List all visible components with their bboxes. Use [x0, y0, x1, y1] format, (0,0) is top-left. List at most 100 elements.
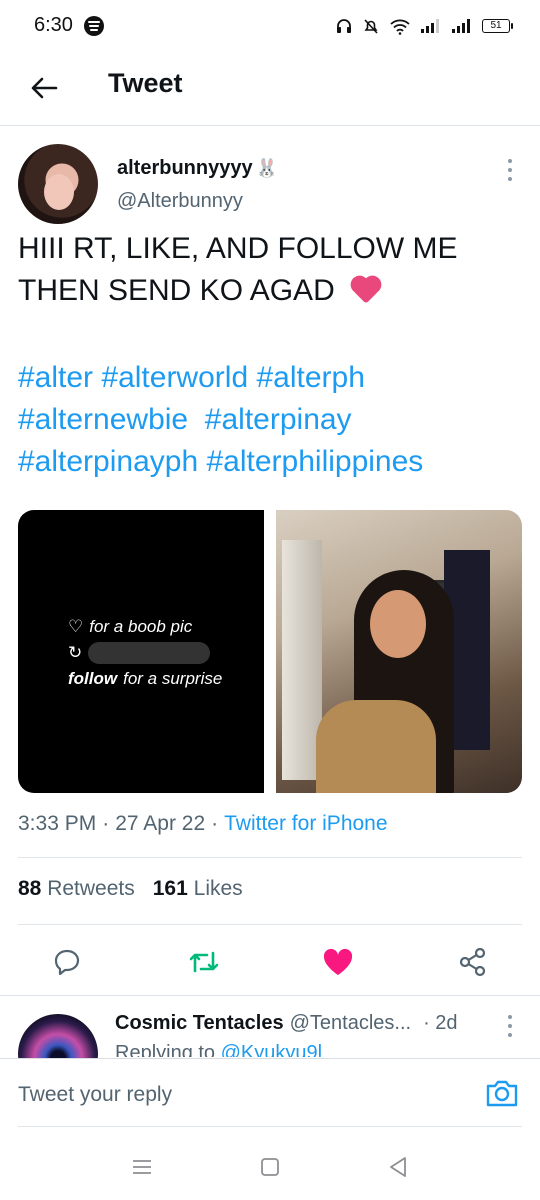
more-options-button[interactable]: [498, 156, 522, 184]
reply-author-name: Cosmic Tentacles: [115, 1012, 284, 1034]
tweet-stats: 88 Retweets 161 Likes: [18, 877, 243, 901]
more-icon-dot: [508, 168, 512, 172]
more-icon: [508, 1015, 512, 1019]
back-button[interactable]: [22, 66, 66, 110]
status-bar: 6:30 51: [0, 0, 540, 52]
mute-bell-icon: [364, 19, 378, 34]
overlay-line-3-bold: follow: [68, 669, 118, 688]
tweet-source-link[interactable]: Twitter for iPhone: [224, 812, 387, 836]
author-display-name[interactable]: alterbunnyyyy 🐰: [117, 157, 278, 180]
overlay-line-1: ♡ for a boob pic: [68, 614, 222, 640]
thread-separator: [0, 995, 540, 996]
page-header: Tweet: [0, 52, 540, 126]
divider: [18, 857, 522, 858]
tweet-media: ♡ for a boob pic ↻ follow for a surprise: [18, 510, 522, 793]
heart-outline-icon: ♡: [68, 617, 84, 636]
hashtags: #alter #alterworld #alterph #alternewbie…: [18, 357, 528, 483]
bunny-emoji: 🐰: [255, 158, 279, 178]
retweet-outline-icon: ↻: [68, 643, 83, 662]
two-hearts-emoji-icon: [343, 274, 379, 304]
share-button[interactable]: [449, 940, 497, 984]
reply-composer: [0, 1058, 540, 1128]
overlay-line-3-text: for a surprise: [123, 669, 223, 688]
menu-button[interactable]: [122, 1152, 162, 1182]
hashtag-link[interactable]: #alterpinay: [205, 403, 352, 436]
wifi-icon: [390, 19, 410, 35]
hashtag-link[interactable]: #alter: [18, 361, 93, 394]
signal-icon: [421, 19, 439, 33]
author-name-text: alterbunnyyyy: [117, 157, 253, 179]
status-time: 6:30: [34, 14, 73, 36]
media-image-photo[interactable]: [276, 510, 522, 793]
redaction-bar: [88, 642, 211, 664]
hashtag-link[interactable]: #alterphilippines: [206, 445, 423, 478]
meta-separator: ·: [211, 812, 219, 835]
likes-stat[interactable]: 161 Likes: [153, 877, 243, 901]
retweet-button[interactable]: [180, 940, 228, 984]
tweet-date: 27 Apr 22: [115, 812, 206, 835]
reply-button[interactable]: [43, 940, 91, 984]
reply-author-line[interactable]: Cosmic Tentacles @Tentacles... · 2d: [115, 1012, 458, 1035]
hashtag-line2: #alternewbie #alterpinay: [18, 399, 528, 441]
replying-prefix: Replying to: [115, 1042, 216, 1057]
author-avatar[interactable]: [18, 144, 98, 224]
more-icon-dot: [508, 1033, 512, 1037]
media-overlay-text: ♡ for a boob pic ↻ follow for a surprise: [68, 614, 222, 692]
tweet-text: HIII RT, LIKE, AND FOLLOW ME THEN SEND K…: [18, 228, 523, 312]
hashtag-link[interactable]: #alterworld: [101, 361, 248, 394]
media-image-text[interactable]: ♡ for a boob pic ↻ follow for a surprise: [18, 510, 264, 793]
reply-icon: [54, 949, 80, 976]
menu-icon: [133, 1160, 151, 1174]
more-icon-dot: [508, 1024, 512, 1028]
signal-icon-2: [452, 19, 470, 33]
hashtag-link[interactable]: #alterph: [256, 361, 364, 394]
like-button[interactable]: [314, 940, 362, 984]
reply-input[interactable]: [18, 1083, 418, 1107]
back-nav-icon: [390, 1157, 406, 1177]
hashtag-link[interactable]: #alternewbie: [18, 403, 188, 436]
reply-age: · 2d: [423, 1012, 458, 1034]
likes-label: Likes: [193, 877, 243, 900]
likes-count: 161: [152, 877, 188, 900]
tweet-time: 3:33 PM: [18, 812, 97, 835]
retweets-label: Retweets: [47, 877, 135, 900]
share-icon: [459, 947, 486, 977]
retweets-count: 88: [18, 877, 42, 900]
tweet-meta: 3:33 PM · 27 Apr 22 · Twitter for iPhone: [18, 812, 388, 836]
hashtag-line1: #alter #alterworld #alterph: [18, 357, 528, 399]
meta-separator: ·: [102, 812, 110, 835]
tweet-text-line1: HIII RT, LIKE, AND FOLLOW ME: [18, 232, 458, 265]
like-icon: [323, 948, 353, 975]
camera-button[interactable]: [484, 1077, 524, 1113]
more-icon: [508, 159, 512, 163]
tweet-text-line2-text: THEN SEND KO AGAD: [18, 274, 335, 307]
retweets-stat[interactable]: 88 Retweets: [18, 877, 135, 901]
spotify-icon: [84, 16, 104, 36]
person-face: [370, 590, 426, 658]
overlay-line-3: follow for a surprise: [68, 666, 222, 692]
divider: [18, 924, 522, 925]
retweet-icon: [189, 951, 219, 973]
person-body: [316, 700, 436, 793]
headphones-icon: [337, 19, 351, 33]
system-nav-bar: [0, 1128, 540, 1200]
home-icon: [261, 1158, 279, 1176]
replying-to-link[interactable]: @Kyukyu9l: [221, 1042, 322, 1057]
camera-icon: [486, 1080, 518, 1107]
reply-more-button[interactable]: [498, 1012, 522, 1040]
reply-author-handle: @Tentacles...: [289, 1012, 412, 1034]
back-nav-button[interactable]: [378, 1152, 418, 1182]
status-icons: 51: [335, 14, 513, 38]
battery-indicator: 51: [482, 19, 513, 33]
page-title: Tweet: [108, 68, 183, 98]
author-handle[interactable]: @Alterbunnyy: [117, 190, 243, 213]
tweet-text-line2: THEN SEND KO AGAD: [18, 270, 523, 312]
hashtag-link[interactable]: #alterpinayph: [18, 445, 198, 478]
back-arrow-icon: [31, 77, 58, 99]
overlay-line-1-text: for a boob pic: [89, 617, 193, 636]
replying-to: Replying to @Kyukyu9l: [115, 1042, 322, 1057]
composer-divider: [18, 1126, 522, 1127]
overlay-line-2: ↻: [68, 640, 222, 666]
tweet-actions: [0, 940, 540, 988]
home-button[interactable]: [250, 1152, 290, 1182]
